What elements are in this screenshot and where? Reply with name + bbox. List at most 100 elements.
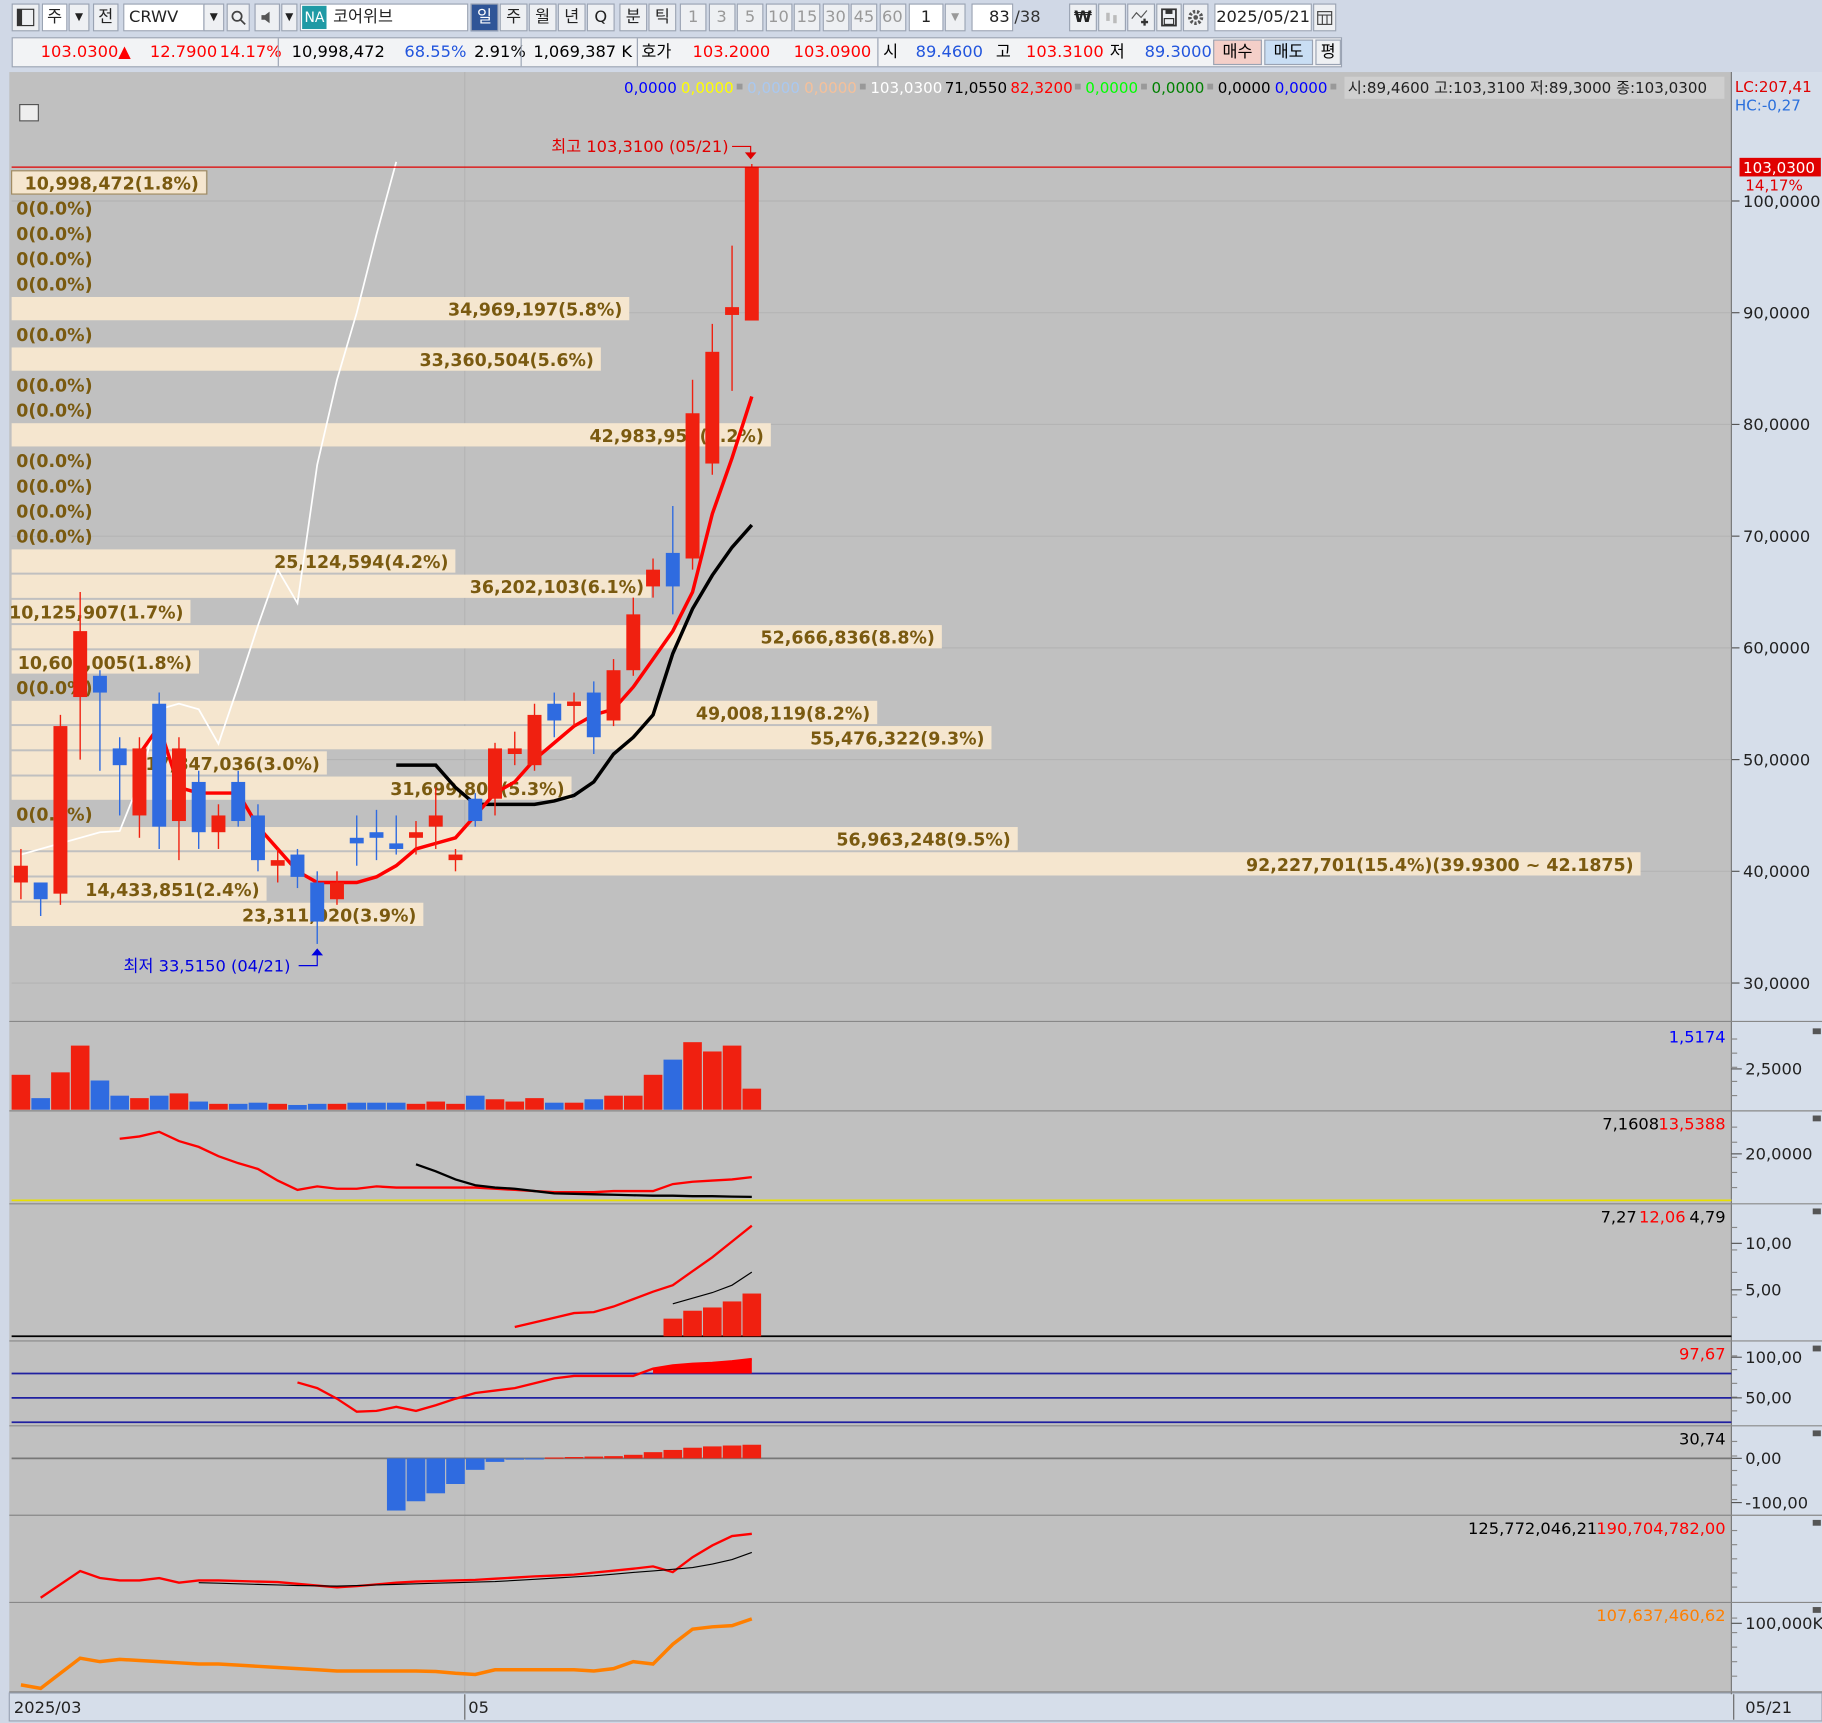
- interval-dropdown-icon[interactable]: ▼: [944, 3, 966, 32]
- panel-maximize-icon[interactable]: [1812, 1028, 1821, 1035]
- volume: 10,998,472: [291, 42, 385, 62]
- period-tab-1[interactable]: 주: [499, 3, 528, 32]
- volume-profile-label: 25,124,594(4.2%): [274, 553, 448, 573]
- volume-bar: [643, 1074, 663, 1110]
- candle-body: [290, 854, 305, 877]
- bar-count-input[interactable]: 83: [971, 3, 1014, 32]
- panel-value-label: 107,637,460,62: [1596, 1606, 1725, 1625]
- eval-button[interactable]: 평: [1315, 39, 1341, 66]
- legend-swatch-icon: [1330, 83, 1337, 90]
- volume-profile-label: 0(0.0%): [16, 528, 92, 548]
- candle-body: [488, 748, 502, 799]
- interval-button-15[interactable]: 15: [793, 3, 821, 32]
- stock-name-field[interactable]: NA 코어위브: [299, 3, 469, 32]
- interval-button-5[interactable]: 5: [736, 3, 764, 32]
- volume-bar: [189, 1101, 208, 1110]
- search-icon[interactable]: [226, 3, 250, 32]
- candle-body: [606, 670, 621, 721]
- panel-maximize-icon[interactable]: [1812, 1607, 1821, 1613]
- speaker-dropdown-icon[interactable]: ▼: [281, 3, 298, 32]
- all-button[interactable]: 전: [92, 3, 119, 32]
- currency-icon[interactable]: ₩: [1069, 3, 1097, 32]
- panel-value-label: 190,704,782,00: [1596, 1519, 1725, 1538]
- volume-bar: [386, 1102, 406, 1110]
- add-indicator-icon[interactable]: [1127, 3, 1156, 32]
- candle[interactable]: [53, 714, 68, 905]
- panel-maximize-icon[interactable]: [1812, 1208, 1821, 1215]
- minute-tick-tab-1[interactable]: 틱: [648, 3, 677, 32]
- market-dropdown-icon[interactable]: ▼: [68, 3, 90, 32]
- speaker-icon[interactable]: [254, 3, 281, 32]
- settings-gear-icon[interactable]: [1182, 3, 1209, 32]
- panel-tick-label: 0,00: [1745, 1449, 1781, 1468]
- panel-value-label: 4,79: [1689, 1207, 1725, 1226]
- candle-body: [92, 675, 107, 693]
- candle-body: [507, 748, 522, 755]
- candle-body: [428, 815, 443, 827]
- volume-profile-label: 52,666,836(8.8%): [761, 629, 935, 649]
- panel-maximize-icon[interactable]: [1812, 1519, 1821, 1526]
- interval-button-60[interactable]: 60: [879, 3, 906, 32]
- candle-compare-icon[interactable]: [1098, 3, 1126, 32]
- interval-input[interactable]: 1: [908, 3, 944, 32]
- panel-value-label: 97,67: [1679, 1345, 1726, 1364]
- minute-tick-tab-0[interactable]: 분: [619, 3, 648, 32]
- candle[interactable]: [152, 692, 167, 849]
- histogram-bar: [683, 1310, 702, 1337]
- buy-button[interactable]: 매수: [1213, 39, 1262, 66]
- volume-profile-label: 10,998,472(1.8%): [25, 174, 199, 194]
- ticker-input[interactable]: CRWV: [123, 3, 205, 32]
- period-tab-2[interactable]: 월: [528, 3, 557, 32]
- candle-body: [527, 714, 542, 766]
- data-table-icon[interactable]: [19, 103, 39, 122]
- date-label-end: 05/21: [1745, 1698, 1792, 1717]
- candle-body: [270, 860, 285, 866]
- candle-body: [53, 726, 68, 894]
- histogram-bar: [465, 1458, 485, 1470]
- interval-button-30[interactable]: 30: [822, 3, 849, 32]
- market-select[interactable]: 주: [41, 3, 68, 32]
- interval-button-45[interactable]: 45: [850, 3, 878, 32]
- volume-bar: [11, 1074, 31, 1110]
- price-tick-label: 100,0000: [1743, 192, 1821, 211]
- candle-body: [586, 692, 601, 738]
- period-tab-0[interactable]: 일: [470, 3, 499, 32]
- date-input[interactable]: 2025/05/21: [1214, 3, 1312, 32]
- interval-button-1[interactable]: 1: [679, 3, 707, 32]
- candle-body: [33, 882, 48, 900]
- save-icon[interactable]: [1156, 3, 1182, 32]
- candle-body: [191, 781, 206, 833]
- histogram-bar: [564, 1457, 584, 1459]
- candle-body: [211, 815, 226, 833]
- volume-bar: [525, 1098, 544, 1110]
- legend-value: 0,0000: [1275, 79, 1328, 97]
- ticker-dropdown-icon[interactable]: ▼: [203, 3, 225, 32]
- stock-chart[interactable]: 0,0000 0,0000 0,0000 0,0000 103,0300 71,0550 8…: [0, 0, 1822, 1723]
- candle-body: [567, 701, 581, 706]
- interval-button-10[interactable]: 10: [765, 3, 792, 32]
- panel-tick-label: 10,00: [1745, 1234, 1792, 1253]
- volume-profile-label: 36,202,103(6.1%): [470, 578, 644, 598]
- candle[interactable]: [744, 164, 759, 321]
- period-tab-4[interactable]: Q: [586, 3, 615, 32]
- volume-bar: [307, 1103, 327, 1110]
- panel-maximize-icon[interactable]: [1812, 1115, 1821, 1122]
- sell-button[interactable]: 매도: [1264, 39, 1314, 66]
- panel-maximize-icon[interactable]: [1812, 1345, 1821, 1352]
- panel-value-label: 7,1608: [1602, 1114, 1659, 1133]
- period-tab-3[interactable]: 년: [557, 3, 586, 32]
- volume-bar: [347, 1102, 367, 1110]
- calendar-icon[interactable]: [1313, 3, 1337, 32]
- price-tick-label: 60,0000: [1743, 639, 1810, 658]
- candle-body: [13, 865, 28, 883]
- volume-bar: [604, 1095, 623, 1110]
- volume-profile-label: 33,360,504(5.6%): [420, 351, 594, 371]
- ask-price: 103.2000: [692, 42, 771, 62]
- histogram-bar: [386, 1458, 406, 1511]
- panel-maximize-icon[interactable]: [1812, 1430, 1821, 1437]
- interval-button-3[interactable]: 3: [708, 3, 735, 32]
- layout-icon[interactable]: [11, 3, 40, 32]
- volume-profile-label: 92,227,701(15.4%)(39.9300 ~ 42.1875): [1246, 856, 1634, 876]
- lc-value: LC:207,41: [1735, 78, 1812, 96]
- candle-body: [646, 569, 661, 587]
